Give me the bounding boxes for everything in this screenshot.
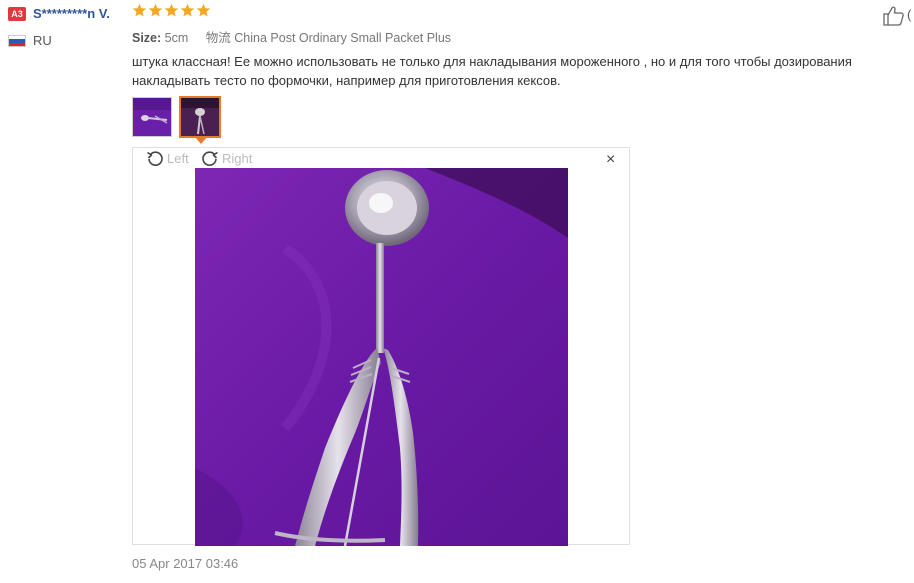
helpful-count: (	[907, 7, 912, 22]
shipping-value: China Post Ordinary Small Packet Plus	[234, 31, 452, 45]
rotate-left-icon	[147, 151, 163, 166]
rotate-left-label: Left	[167, 150, 189, 166]
review-photo-thumbnail[interactable]	[132, 97, 172, 137]
reviewer-name: S*********n V.	[33, 6, 110, 21]
star-icon	[180, 3, 195, 17]
shipping-label: 物流	[205, 31, 231, 45]
thumbs-up-icon[interactable]	[882, 5, 906, 27]
star-icon	[148, 3, 163, 17]
star-icon	[196, 3, 211, 17]
order-meta: Size: 5cm 物流 China Post Ordinary Small P…	[132, 27, 451, 46]
rotate-right-icon	[202, 151, 218, 166]
star-rating	[132, 3, 211, 18]
star-icon	[164, 3, 179, 17]
size-label: Size:	[132, 31, 162, 45]
star-icon	[132, 3, 147, 17]
close-viewer-button[interactable]: ×	[606, 151, 615, 169]
selected-thumbnail-pointer	[195, 137, 207, 144]
rotate-left-button[interactable]: Left	[145, 148, 189, 168]
review-text: штука классная! Ее можно использовать не…	[132, 54, 852, 88]
rotate-right-label: Right	[222, 150, 253, 166]
reviewer-country: RU	[33, 33, 52, 48]
size-value: 5cm	[164, 31, 189, 45]
review-date: 05 Apr 2017 03:46	[132, 556, 239, 571]
buyer-level-badge: A3	[8, 7, 26, 21]
flag-icon	[8, 35, 26, 47]
rotate-right-button[interactable]: Right	[200, 148, 252, 168]
review-photo-thumbnail-selected[interactable]	[179, 96, 221, 138]
review-photo-large	[195, 168, 568, 546]
